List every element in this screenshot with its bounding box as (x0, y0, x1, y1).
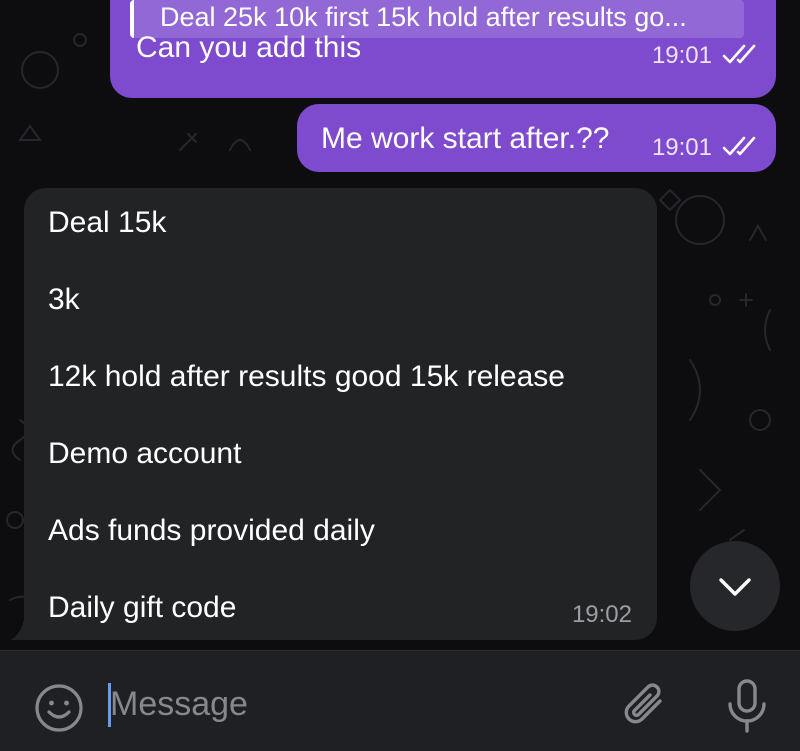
message-time: 19:01 (651, 134, 712, 161)
chevron-down-icon (719, 578, 751, 596)
scroll-to-bottom-button[interactable] (690, 541, 780, 631)
outgoing-message[interactable]: Me work start after.?? 19:01 (297, 104, 776, 172)
paperclip-icon[interactable] (620, 679, 672, 733)
message-text: Me work start after.?? (321, 122, 610, 155)
text-caret (108, 683, 111, 727)
emoji-icon[interactable] (33, 682, 85, 734)
outgoing-message[interactable]: Deal 25k 10k first 15k hold after result… (110, 0, 776, 98)
double-check-icon (722, 44, 756, 64)
reply-preview-text: Deal 25k 10k first 15k hold after result… (160, 2, 687, 32)
message-time: 19:01 (651, 42, 712, 69)
message-text: Can you add this (136, 31, 362, 64)
message-line: Deal 15k (48, 206, 167, 239)
message-line: Ads funds provided daily (48, 514, 375, 547)
message-line: 12k hold after results good 15k release (48, 360, 565, 393)
microphone-icon[interactable] (722, 678, 772, 734)
message-line: Daily gift code (48, 591, 237, 624)
message-line: Demo account (48, 437, 242, 470)
message-composer (0, 650, 800, 751)
incoming-message[interactable]: Deal 15k 3k 12k hold after results good … (24, 188, 657, 640)
message-time: 19:02 (571, 601, 632, 628)
message-line: 3k (48, 283, 80, 316)
message-input[interactable] (108, 679, 592, 729)
double-check-icon (722, 136, 756, 156)
